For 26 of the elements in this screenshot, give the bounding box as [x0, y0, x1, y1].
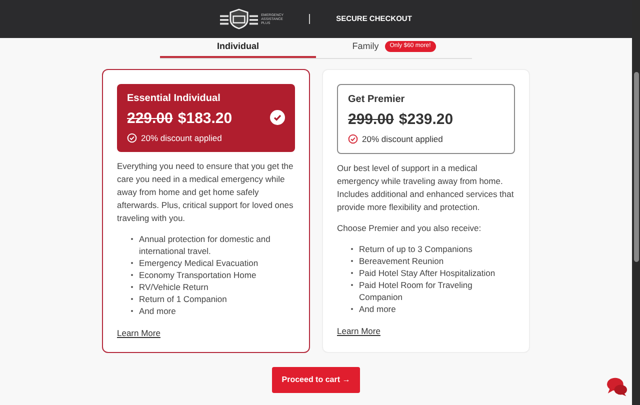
- plan-price: $239.20: [398, 110, 454, 130]
- feature-item: Emergency Medical Evacuation: [139, 256, 258, 269]
- plan-description: Choose Premier and you also receive:: [337, 222, 482, 235]
- learn-more-link[interactable]: Learn More: [117, 326, 160, 340]
- feature-item: Annual protection for domestic and international travel.: [139, 232, 272, 257]
- feature-item: Return of 1 Companion: [139, 292, 227, 305]
- discount-note: 20% discount applied: [362, 133, 443, 146]
- feature-item: RV/Vehicle Return: [139, 280, 208, 293]
- plan-description: Our best level of support in a medical emergency while traveling away from home. Includes additional and enhanced services that provide more flexibility and protection.: [337, 162, 515, 214]
- feature-item: And more: [359, 302, 396, 315]
- plan-name: Essential Individual: [127, 92, 222, 106]
- feature-item: Economy Transportation Home: [139, 268, 256, 281]
- plan-name: Get Premier: [348, 92, 406, 106]
- plan-tab[interactable]: Individual: [160, 40, 316, 58]
- feature-item: Paid Hotel Room for Traveling Companion: [359, 278, 474, 303]
- old-price: 299.00: [348, 110, 394, 130]
- plan-price: $183.20: [178, 108, 232, 128]
- discount-note: 20% discount applied: [141, 132, 222, 145]
- proceed-to-cart-button[interactable]: Proceed to cart →: [272, 366, 360, 392]
- feature-item: Return of up to 3 Companions: [359, 242, 472, 255]
- plan-description: Everything you need to ensure that you get the care you need in a medical emergency while away from home and get home safely afterwards. Plus, critical support for loved ones traveling with you.: [117, 160, 294, 225]
- feature-item: Paid Hotel Stay After Hospitalization: [359, 266, 496, 279]
- feature-item: And more: [139, 304, 176, 317]
- learn-more-link[interactable]: Learn More: [337, 324, 380, 338]
- old-price: 229.00: [127, 108, 173, 128]
- feature-item: Bereavement Reunion: [359, 254, 444, 267]
